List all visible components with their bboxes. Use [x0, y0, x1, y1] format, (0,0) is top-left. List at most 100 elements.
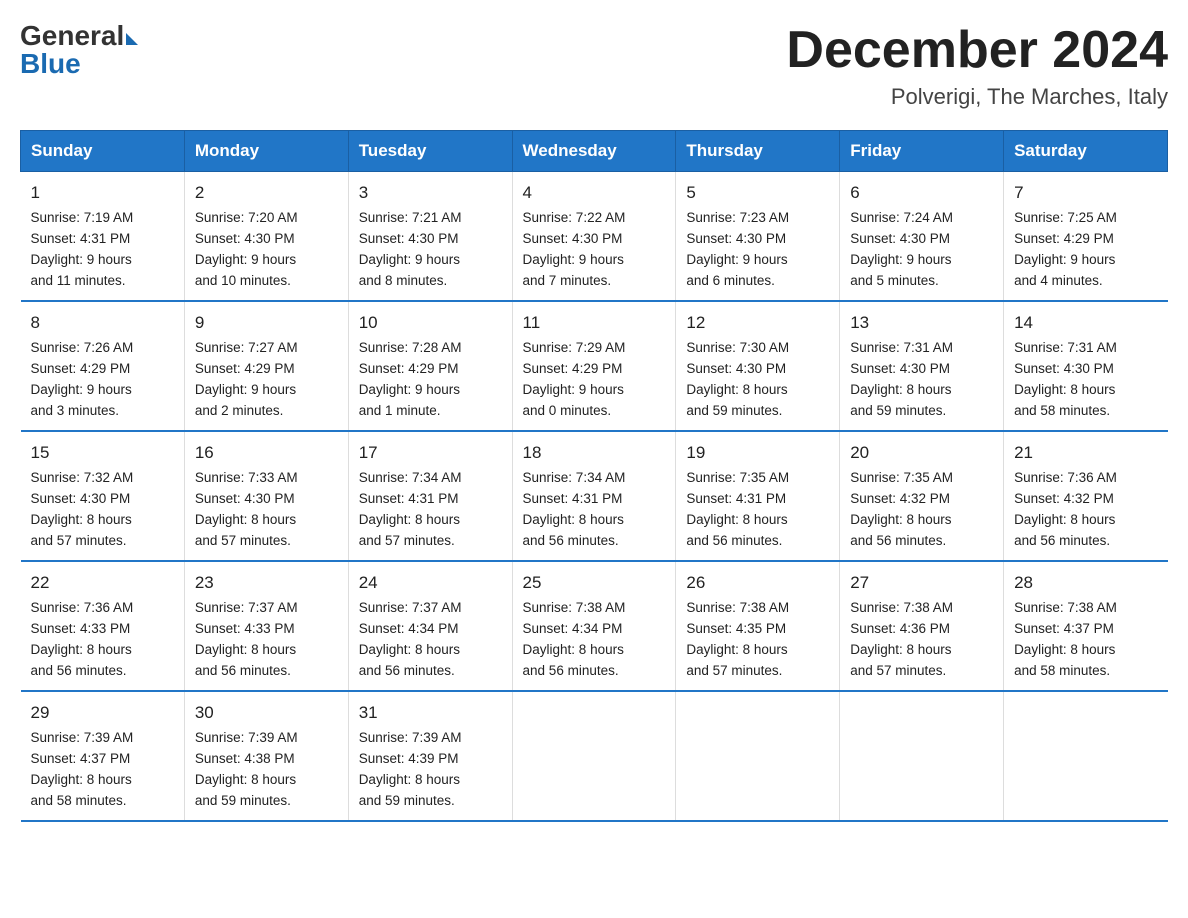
logo: General Blue	[20, 20, 138, 80]
calendar-cell: 2Sunrise: 7:20 AM Sunset: 4:30 PM Daylig…	[184, 172, 348, 302]
calendar-cell: 26Sunrise: 7:38 AM Sunset: 4:35 PM Dayli…	[676, 561, 840, 691]
calendar-cell: 5Sunrise: 7:23 AM Sunset: 4:30 PM Daylig…	[676, 172, 840, 302]
calendar-cell: 4Sunrise: 7:22 AM Sunset: 4:30 PM Daylig…	[512, 172, 676, 302]
calendar-cell: 30Sunrise: 7:39 AM Sunset: 4:38 PM Dayli…	[184, 691, 348, 821]
day-info: Sunrise: 7:39 AM Sunset: 4:39 PM Dayligh…	[359, 728, 502, 812]
week-row-2: 8Sunrise: 7:26 AM Sunset: 4:29 PM Daylig…	[21, 301, 1168, 431]
day-info: Sunrise: 7:34 AM Sunset: 4:31 PM Dayligh…	[523, 468, 666, 552]
header-tuesday: Tuesday	[348, 131, 512, 172]
day-info: Sunrise: 7:20 AM Sunset: 4:30 PM Dayligh…	[195, 208, 338, 292]
day-number: 25	[523, 570, 666, 596]
week-row-1: 1Sunrise: 7:19 AM Sunset: 4:31 PM Daylig…	[21, 172, 1168, 302]
day-number: 11	[523, 310, 666, 336]
calendar-cell: 31Sunrise: 7:39 AM Sunset: 4:39 PM Dayli…	[348, 691, 512, 821]
week-row-4: 22Sunrise: 7:36 AM Sunset: 4:33 PM Dayli…	[21, 561, 1168, 691]
header-friday: Friday	[840, 131, 1004, 172]
day-number: 29	[31, 700, 174, 726]
day-info: Sunrise: 7:19 AM Sunset: 4:31 PM Dayligh…	[31, 208, 174, 292]
day-info: Sunrise: 7:38 AM Sunset: 4:36 PM Dayligh…	[850, 598, 993, 682]
day-number: 6	[850, 180, 993, 206]
day-number: 24	[359, 570, 502, 596]
day-info: Sunrise: 7:35 AM Sunset: 4:31 PM Dayligh…	[686, 468, 829, 552]
day-info: Sunrise: 7:32 AM Sunset: 4:30 PM Dayligh…	[31, 468, 174, 552]
day-number: 15	[31, 440, 174, 466]
day-number: 12	[686, 310, 829, 336]
day-number: 26	[686, 570, 829, 596]
calendar-cell: 8Sunrise: 7:26 AM Sunset: 4:29 PM Daylig…	[21, 301, 185, 431]
calendar-cell: 17Sunrise: 7:34 AM Sunset: 4:31 PM Dayli…	[348, 431, 512, 561]
day-number: 31	[359, 700, 502, 726]
day-number: 17	[359, 440, 502, 466]
day-number: 14	[1014, 310, 1157, 336]
day-info: Sunrise: 7:39 AM Sunset: 4:38 PM Dayligh…	[195, 728, 338, 812]
calendar-cell: 28Sunrise: 7:38 AM Sunset: 4:37 PM Dayli…	[1004, 561, 1168, 691]
calendar-cell: 25Sunrise: 7:38 AM Sunset: 4:34 PM Dayli…	[512, 561, 676, 691]
calendar-cell: 24Sunrise: 7:37 AM Sunset: 4:34 PM Dayli…	[348, 561, 512, 691]
calendar-cell: 9Sunrise: 7:27 AM Sunset: 4:29 PM Daylig…	[184, 301, 348, 431]
day-number: 3	[359, 180, 502, 206]
header-wednesday: Wednesday	[512, 131, 676, 172]
header-thursday: Thursday	[676, 131, 840, 172]
day-number: 20	[850, 440, 993, 466]
day-number: 10	[359, 310, 502, 336]
day-number: 16	[195, 440, 338, 466]
calendar-cell: 27Sunrise: 7:38 AM Sunset: 4:36 PM Dayli…	[840, 561, 1004, 691]
header-sunday: Sunday	[21, 131, 185, 172]
calendar-cell: 16Sunrise: 7:33 AM Sunset: 4:30 PM Dayli…	[184, 431, 348, 561]
day-info: Sunrise: 7:34 AM Sunset: 4:31 PM Dayligh…	[359, 468, 502, 552]
day-info: Sunrise: 7:29 AM Sunset: 4:29 PM Dayligh…	[523, 338, 666, 422]
page-header: General Blue December 2024 Polverigi, Th…	[20, 20, 1168, 110]
day-number: 21	[1014, 440, 1157, 466]
day-info: Sunrise: 7:39 AM Sunset: 4:37 PM Dayligh…	[31, 728, 174, 812]
logo-blue-text: Blue	[20, 48, 81, 80]
day-info: Sunrise: 7:28 AM Sunset: 4:29 PM Dayligh…	[359, 338, 502, 422]
calendar-cell: 15Sunrise: 7:32 AM Sunset: 4:30 PM Dayli…	[21, 431, 185, 561]
day-number: 28	[1014, 570, 1157, 596]
calendar-cell: 20Sunrise: 7:35 AM Sunset: 4:32 PM Dayli…	[840, 431, 1004, 561]
day-number: 9	[195, 310, 338, 336]
day-info: Sunrise: 7:36 AM Sunset: 4:33 PM Dayligh…	[31, 598, 174, 682]
calendar-header: SundayMondayTuesdayWednesdayThursdayFrid…	[21, 131, 1168, 172]
day-info: Sunrise: 7:27 AM Sunset: 4:29 PM Dayligh…	[195, 338, 338, 422]
calendar-cell	[512, 691, 676, 821]
calendar-cell: 18Sunrise: 7:34 AM Sunset: 4:31 PM Dayli…	[512, 431, 676, 561]
day-info: Sunrise: 7:21 AM Sunset: 4:30 PM Dayligh…	[359, 208, 502, 292]
day-number: 27	[850, 570, 993, 596]
day-info: Sunrise: 7:23 AM Sunset: 4:30 PM Dayligh…	[686, 208, 829, 292]
day-number: 23	[195, 570, 338, 596]
day-info: Sunrise: 7:38 AM Sunset: 4:34 PM Dayligh…	[523, 598, 666, 682]
week-row-5: 29Sunrise: 7:39 AM Sunset: 4:37 PM Dayli…	[21, 691, 1168, 821]
day-info: Sunrise: 7:31 AM Sunset: 4:30 PM Dayligh…	[1014, 338, 1157, 422]
calendar-cell: 11Sunrise: 7:29 AM Sunset: 4:29 PM Dayli…	[512, 301, 676, 431]
day-info: Sunrise: 7:38 AM Sunset: 4:37 PM Dayligh…	[1014, 598, 1157, 682]
calendar-cell: 6Sunrise: 7:24 AM Sunset: 4:30 PM Daylig…	[840, 172, 1004, 302]
calendar-cell: 29Sunrise: 7:39 AM Sunset: 4:37 PM Dayli…	[21, 691, 185, 821]
calendar-cell: 19Sunrise: 7:35 AM Sunset: 4:31 PM Dayli…	[676, 431, 840, 561]
header-saturday: Saturday	[1004, 131, 1168, 172]
day-number: 7	[1014, 180, 1157, 206]
calendar-body: 1Sunrise: 7:19 AM Sunset: 4:31 PM Daylig…	[21, 172, 1168, 822]
calendar-cell: 14Sunrise: 7:31 AM Sunset: 4:30 PM Dayli…	[1004, 301, 1168, 431]
day-info: Sunrise: 7:24 AM Sunset: 4:30 PM Dayligh…	[850, 208, 993, 292]
day-number: 18	[523, 440, 666, 466]
day-info: Sunrise: 7:35 AM Sunset: 4:32 PM Dayligh…	[850, 468, 993, 552]
day-info: Sunrise: 7:31 AM Sunset: 4:30 PM Dayligh…	[850, 338, 993, 422]
calendar-cell: 10Sunrise: 7:28 AM Sunset: 4:29 PM Dayli…	[348, 301, 512, 431]
day-number: 2	[195, 180, 338, 206]
calendar-cell	[1004, 691, 1168, 821]
title-section: December 2024 Polverigi, The Marches, It…	[786, 20, 1168, 110]
calendar-cell	[676, 691, 840, 821]
day-number: 8	[31, 310, 174, 336]
calendar-cell: 1Sunrise: 7:19 AM Sunset: 4:31 PM Daylig…	[21, 172, 185, 302]
month-title: December 2024	[786, 20, 1168, 80]
calendar-cell: 13Sunrise: 7:31 AM Sunset: 4:30 PM Dayli…	[840, 301, 1004, 431]
day-info: Sunrise: 7:22 AM Sunset: 4:30 PM Dayligh…	[523, 208, 666, 292]
calendar-cell: 22Sunrise: 7:36 AM Sunset: 4:33 PM Dayli…	[21, 561, 185, 691]
calendar-cell: 12Sunrise: 7:30 AM Sunset: 4:30 PM Dayli…	[676, 301, 840, 431]
day-info: Sunrise: 7:33 AM Sunset: 4:30 PM Dayligh…	[195, 468, 338, 552]
day-info: Sunrise: 7:37 AM Sunset: 4:34 PM Dayligh…	[359, 598, 502, 682]
day-number: 22	[31, 570, 174, 596]
day-number: 13	[850, 310, 993, 336]
day-info: Sunrise: 7:38 AM Sunset: 4:35 PM Dayligh…	[686, 598, 829, 682]
week-row-3: 15Sunrise: 7:32 AM Sunset: 4:30 PM Dayli…	[21, 431, 1168, 561]
